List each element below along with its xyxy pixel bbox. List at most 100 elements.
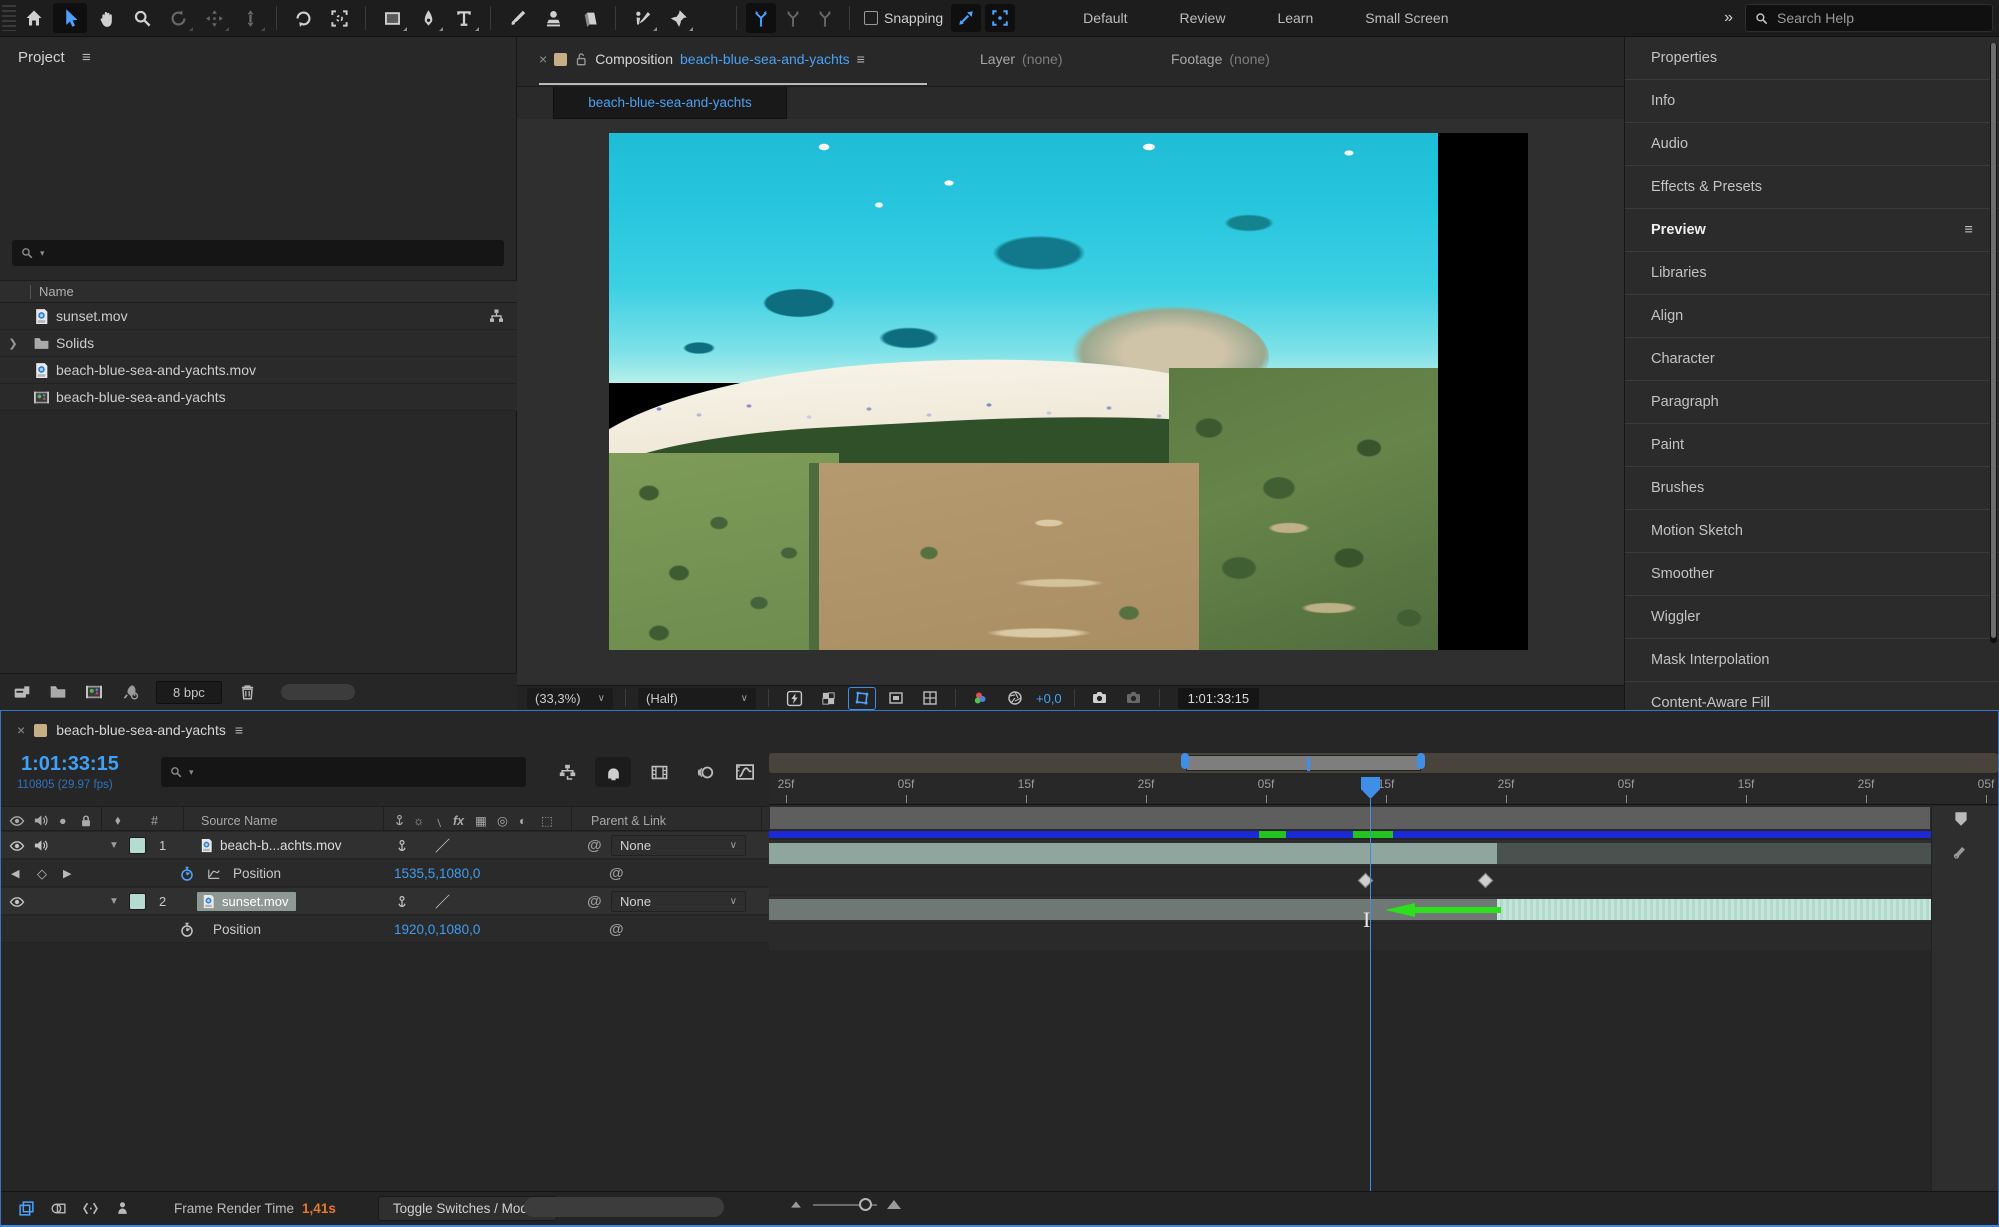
- zoom-slider-track[interactable]: [813, 1204, 877, 1206]
- world-axis-mode-icon[interactable]: [778, 3, 808, 33]
- position-keyframe[interactable]: [1478, 873, 1494, 889]
- sidebar-panel-properties[interactable]: Properties: [1625, 37, 1999, 80]
- comp-marker-bin-icon[interactable]: [1952, 810, 1970, 828]
- parent-pickwhip-icon[interactable]: @: [587, 832, 602, 859]
- quality-switch-icon[interactable]: ／: [435, 888, 450, 915]
- workspace-tab-review[interactable]: Review: [1154, 0, 1252, 37]
- graph-editor-icon[interactable]: [727, 757, 763, 787]
- brush-tool-icon[interactable]: [500, 3, 534, 33]
- next-keyframe-icon[interactable]: ▶: [63, 860, 71, 887]
- sidebar-scrollbar[interactable]: [1990, 43, 1997, 643]
- motion-blur-column-icon[interactable]: ◎: [497, 807, 508, 834]
- sidebar-panel-info[interactable]: Info: [1625, 80, 1999, 123]
- panel-menu-icon[interactable]: ≡: [857, 51, 865, 67]
- expand-transfer-controls-icon[interactable]: [45, 1196, 71, 1220]
- sidebar-panel-paint[interactable]: Paint: [1625, 424, 1999, 467]
- threed-column-icon[interactable]: ⬚: [541, 807, 553, 834]
- zoom-out-icon[interactable]: [791, 1201, 801, 1207]
- rectangle-tool-icon[interactable]: [375, 3, 409, 33]
- solo-column-icon[interactable]: ●: [59, 807, 67, 834]
- graph-toggle-icon[interactable]: [207, 860, 221, 887]
- take-snapshot-icon[interactable]: [1087, 688, 1113, 709]
- project-search-input[interactable]: ▾: [12, 240, 504, 266]
- layer-tab[interactable]: Layer(none): [980, 37, 1063, 81]
- sidebar-panel-preview[interactable]: Preview≡: [1625, 209, 1999, 252]
- time-ruler[interactable]: 25f05f15f25f05f15f25f05f15f25f05f: [769, 775, 1998, 805]
- puppet-pin-tool-icon[interactable]: [661, 3, 695, 33]
- anchor-switch-icon[interactable]: [395, 888, 409, 915]
- workspace-tab-default[interactable]: Default: [1057, 0, 1153, 37]
- shy-column-icon[interactable]: [393, 807, 406, 834]
- motion-blur-icon[interactable]: [687, 757, 723, 787]
- layer-visibility-icon[interactable]: [9, 888, 25, 915]
- navigator-right-handle[interactable]: [1417, 753, 1425, 769]
- expand-layer-switches-icon[interactable]: [13, 1196, 39, 1220]
- expand-in-out-panes-icon[interactable]: [77, 1196, 103, 1220]
- zoom-slider-knob[interactable]: [859, 1198, 872, 1211]
- zoom-tool-icon[interactable]: [125, 3, 159, 33]
- sidebar-panel-character[interactable]: Character: [1625, 338, 1999, 381]
- project-item[interactable]: beach-blue-sea-and-yachts: [0, 384, 517, 411]
- project-name-column-header[interactable]: Name: [0, 280, 517, 303]
- sidebar-panel-paragraph[interactable]: Paragraph: [1625, 381, 1999, 424]
- layer-2-track[interactable]: [769, 896, 1931, 923]
- workspace-tab-small-screen[interactable]: Small Screen: [1339, 0, 1474, 37]
- property-name[interactable]: Position: [233, 860, 281, 887]
- stopwatch-icon[interactable]: [179, 916, 195, 943]
- exposure-reset-icon[interactable]: [1002, 688, 1028, 709]
- timeline-navigator-bar[interactable]: [769, 753, 1998, 773]
- timeline-search-input[interactable]: ▾: [161, 757, 526, 787]
- navigator-left-handle[interactable]: [1181, 753, 1189, 769]
- color-depth-button[interactable]: 8 bpc: [156, 681, 222, 704]
- close-tab-icon[interactable]: ×: [539, 51, 547, 67]
- snap-along-edges-toggle[interactable]: [951, 4, 981, 32]
- snapping-checkbox[interactable]: [864, 11, 878, 25]
- workspace-overflow-chevron[interactable]: »: [1724, 9, 1731, 27]
- timeline-tab[interactable]: × beach-blue-sea-and-yachts ≡: [1, 713, 259, 747]
- expand-chevron-icon[interactable]: ▼: [109, 832, 119, 859]
- audio-column-icon[interactable]: [33, 807, 48, 834]
- fast-previews-icon[interactable]: [781, 688, 807, 709]
- pan-camera-tool-icon[interactable]: [197, 3, 231, 33]
- layer-1-keyframe-track[interactable]: [769, 868, 1931, 895]
- sidebar-panel-smoother[interactable]: Smoother: [1625, 553, 1999, 596]
- pen-tool-icon[interactable]: [411, 3, 445, 33]
- comp-mini-flowchart-icon[interactable]: [549, 757, 585, 787]
- project-item[interactable]: beach-blue-sea-and-yachts.mov: [0, 357, 517, 384]
- project-render-engine-icon[interactable]: [120, 683, 140, 701]
- new-composition-icon[interactable]: [84, 683, 104, 701]
- layer-2-keyframe-track[interactable]: [769, 924, 1931, 951]
- channels-icon[interactable]: [968, 688, 994, 709]
- lock-column-icon[interactable]: [79, 807, 93, 834]
- orbit-camera-tool-icon[interactable]: [161, 3, 195, 33]
- region-of-interest-icon[interactable]: [883, 688, 909, 709]
- project-panel-title[interactable]: Project: [18, 49, 65, 66]
- label-column-icon[interactable]: ⬧: [115, 807, 121, 834]
- parent-dropdown[interactable]: None∨: [611, 835, 746, 856]
- local-axis-mode-icon[interactable]: [746, 3, 776, 33]
- layer-1-duration-bar[interactable]: [769, 843, 1497, 864]
- hand-tool-icon[interactable]: [89, 3, 123, 33]
- render-time-pane-icon[interactable]: [109, 1196, 135, 1220]
- roto-brush-tool-icon[interactable]: [625, 3, 659, 33]
- panel-menu-icon[interactable]: ≡: [1965, 222, 1973, 238]
- layer-color-swatch[interactable]: [129, 888, 146, 915]
- exposure-value[interactable]: +0,0: [1036, 691, 1062, 706]
- layer-source-name[interactable]: beach-b...achts.mov: [199, 832, 342, 859]
- number-column-header[interactable]: #: [151, 807, 158, 834]
- current-timecode[interactable]: 1:01:33:15: [21, 753, 119, 776]
- quality-switch-icon[interactable]: ／: [435, 832, 450, 859]
- layer-1-extended-bar[interactable]: [1497, 843, 1931, 864]
- preview-timecode[interactable]: 1:01:33:15: [1178, 688, 1259, 709]
- property-value[interactable]: 1535,5,1080,0: [394, 860, 480, 887]
- expand-chevron-icon[interactable]: ▼: [109, 888, 119, 915]
- workspace-tab-learn[interactable]: Learn: [1251, 0, 1339, 37]
- layer-source-name-selected[interactable]: sunset.mov: [197, 888, 296, 915]
- project-item[interactable]: sunset.mov: [0, 303, 517, 330]
- layer-1-track[interactable]: [769, 840, 1931, 867]
- dolly-camera-tool-icon[interactable]: [233, 3, 267, 33]
- composition-breadcrumb-tab[interactable]: beach-blue-sea-and-yachts: [553, 87, 787, 119]
- effects-column-icon[interactable]: fx: [453, 807, 464, 834]
- lock-icon[interactable]: [574, 52, 588, 66]
- grid-guides-icon[interactable]: [917, 688, 943, 709]
